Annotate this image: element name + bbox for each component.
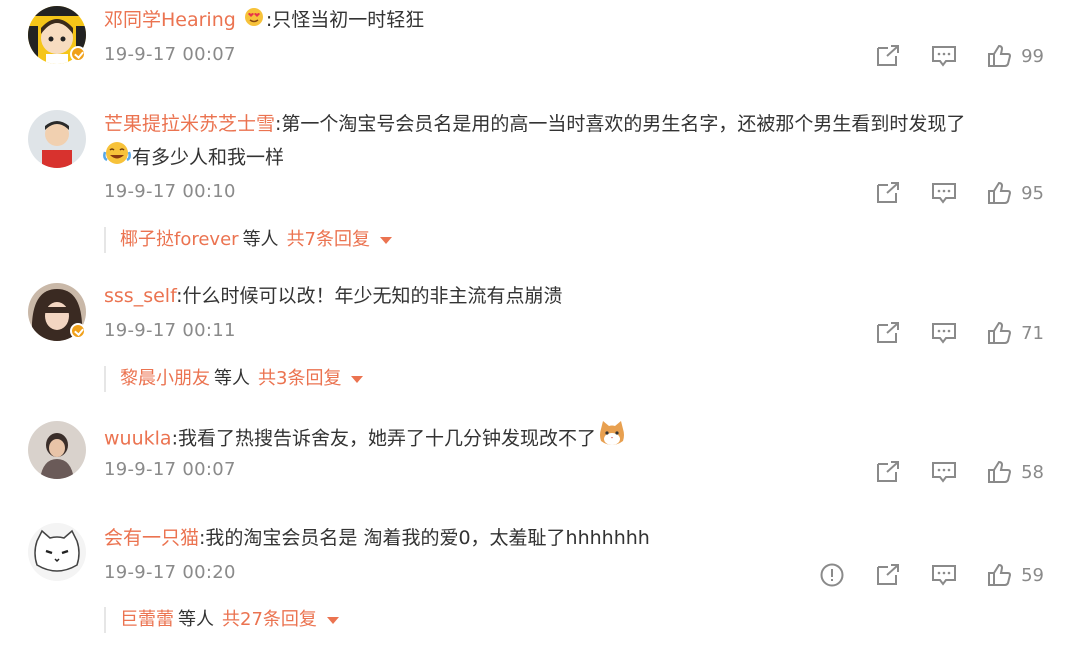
heart-eyes-emoji — [243, 5, 265, 37]
comment-text: :第一个淘宝号会员名是用的高一当时喜欢的男生名字，还被那个男生看到时发现了 — [275, 113, 966, 135]
repost-icon — [877, 461, 900, 482]
reply-etc: 等人 — [178, 609, 214, 630]
replies-summary[interactable]: 巨蕾蕾 等人 共27条回复 — [104, 607, 339, 633]
caret-down-icon[interactable] — [380, 236, 393, 244]
comment-button[interactable] — [931, 44, 957, 68]
comment-button[interactable] — [931, 460, 957, 484]
thumbs-up-icon — [988, 44, 1012, 67]
comment-timestamp: 19-9-17 00:20 — [104, 562, 236, 583]
like-button[interactable]: 59 — [987, 563, 1044, 587]
report-button[interactable] — [819, 562, 845, 588]
reply-user-link[interactable]: 巨蕾蕾 — [120, 609, 174, 630]
reply-user-link[interactable]: 黎晨小朋友 — [120, 368, 210, 389]
reply-count-link[interactable]: 共27条回复 — [222, 609, 317, 630]
replies-summary[interactable]: 椰子挞forever 等人 共7条回复 — [104, 227, 393, 253]
caret-down-icon[interactable] — [326, 616, 339, 624]
like-count: 58 — [1021, 461, 1044, 483]
comment-actions: 95 — [845, 179, 1044, 207]
comment-text: :我的淘宝会员名是 淘着我的爱0，太羞耻了hhhhhhh — [199, 527, 650, 549]
like-count: 95 — [1021, 182, 1044, 204]
replies-summary[interactable]: 黎晨小朋友 等人 共3条回复 — [104, 366, 364, 392]
reply-etc: 等人 — [242, 229, 279, 250]
thumbs-up-icon — [988, 321, 1012, 344]
comment-icon — [932, 565, 957, 586]
reply-etc: 等人 — [214, 368, 250, 389]
username-link[interactable]: 芒果提拉米苏芝士雪 — [104, 113, 275, 135]
avatar[interactable] — [28, 421, 86, 479]
comment-text: 有多少人和我一样 — [132, 146, 285, 169]
reply-user-link[interactable]: 椰子挞forever — [120, 229, 239, 250]
repost-button[interactable] — [875, 44, 901, 68]
comment-button[interactable] — [931, 181, 957, 205]
comment-icon — [932, 323, 957, 344]
avatar[interactable] — [28, 523, 86, 581]
username-link[interactable]: wuukla — [104, 428, 172, 450]
repost-icon — [877, 564, 900, 585]
like-count: 59 — [1021, 564, 1044, 586]
comment-actions: 58 — [845, 458, 1044, 486]
username-link[interactable]: sss_self — [104, 285, 176, 307]
comment-button[interactable] — [931, 321, 957, 345]
report-icon — [820, 563, 844, 587]
like-button[interactable]: 99 — [987, 44, 1044, 68]
repost-icon — [877, 45, 900, 66]
repost-icon — [877, 182, 900, 203]
comment-button[interactable] — [931, 563, 957, 587]
comment-text-line: wuukla:我看了热搜告诉舍友，她弄了十几分钟发现改不了 — [104, 419, 628, 459]
comment-actions: 99 — [845, 42, 1044, 70]
repost-button[interactable] — [875, 321, 901, 345]
comment-text: :什么时候可以改！年少无知的非主流有点崩溃 — [176, 285, 563, 307]
verified-badge-icon — [70, 46, 86, 62]
comment-text: 只怪当初一时轻狂 — [272, 9, 425, 31]
comment-icon — [932, 46, 957, 67]
comment-timestamp: 19-9-17 00:07 — [104, 44, 236, 65]
repost-button[interactable] — [875, 563, 901, 587]
reply-count-link[interactable]: 共3条回复 — [258, 368, 341, 389]
avatar[interactable] — [28, 110, 86, 168]
laugh-cry-emoji — [103, 140, 131, 176]
thumbs-up-icon — [988, 460, 1012, 483]
comment-timestamp: 19-9-17 00:10 — [104, 181, 236, 202]
comment-text-line: 邓同学Hearing :只怪当初一时轻狂 — [104, 4, 424, 37]
repost-button[interactable] — [875, 460, 901, 484]
thumbs-up-icon — [988, 563, 1012, 586]
comment-timestamp: 19-9-17 00:07 — [104, 459, 236, 480]
comment-actions: 71 — [845, 319, 1044, 347]
username-link[interactable]: 邓同学Hearing — [104, 9, 236, 31]
comment-text-line: 会有一只猫:我的淘宝会员名是 淘着我的爱0，太羞耻了hhhhhhh — [104, 522, 650, 554]
like-button[interactable]: 58 — [987, 460, 1044, 484]
comment-actions: 59 — [789, 561, 1044, 589]
cat-face-emoji — [597, 419, 627, 459]
comment-text-line: 芒果提拉米苏芝士雪:第一个淘宝号会员名是用的高一当时喜欢的男生名字，还被那个男生… — [104, 108, 965, 140]
repost-icon — [877, 322, 900, 343]
like-button[interactable]: 95 — [987, 181, 1044, 205]
like-count: 99 — [1021, 45, 1044, 67]
reply-count-link[interactable]: 共7条回复 — [287, 229, 370, 250]
like-button[interactable]: 71 — [987, 321, 1044, 345]
comment-text: :我看了热搜告诉舍友，她弄了十几分钟发现改不了 — [171, 427, 596, 450]
username-link[interactable]: 会有一只猫 — [104, 527, 199, 549]
repost-button[interactable] — [875, 181, 901, 205]
thumbs-up-icon — [988, 181, 1012, 204]
comment-timestamp: 19-9-17 00:11 — [104, 320, 236, 341]
comment-text-line: sss_self:什么时候可以改！年少无知的非主流有点崩溃 — [104, 280, 562, 312]
caret-down-icon[interactable] — [351, 375, 364, 383]
comment-icon — [932, 183, 957, 204]
verified-badge-icon — [70, 323, 86, 339]
comment-icon — [932, 462, 957, 483]
like-count: 71 — [1021, 322, 1044, 344]
comment-text-line-2: 有多少人和我一样 — [103, 140, 285, 176]
